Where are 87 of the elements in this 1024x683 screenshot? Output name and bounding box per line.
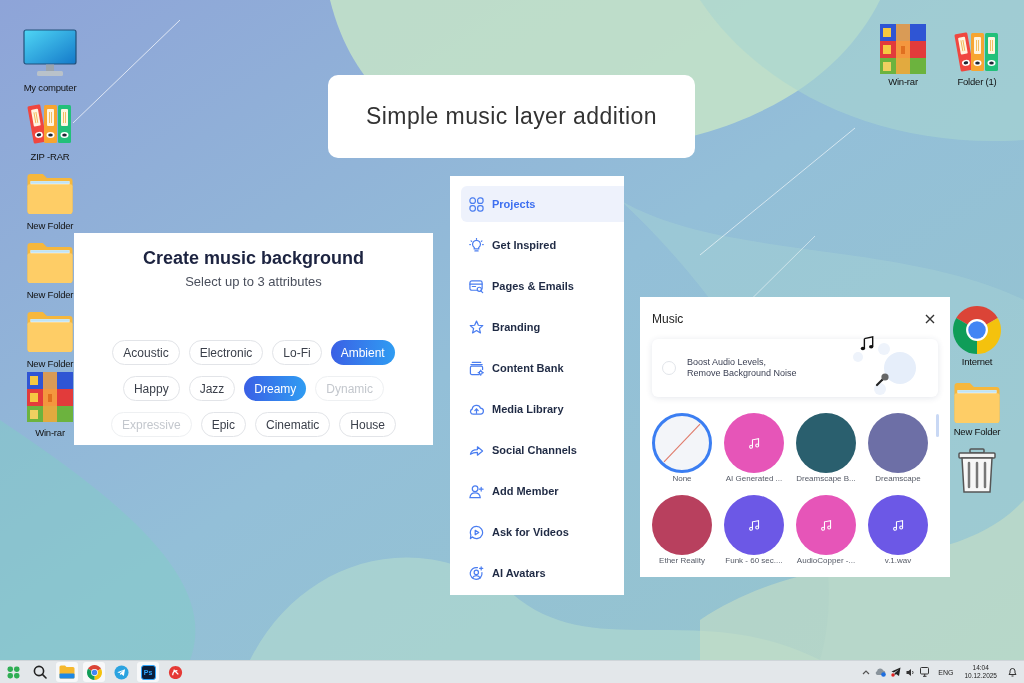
track-thumbnail[interactable] bbox=[796, 495, 856, 555]
app-icon bbox=[167, 664, 183, 680]
sidebar-item[interactable]: AI Avatars bbox=[461, 555, 624, 591]
photo-placeholder[interactable] bbox=[796, 413, 856, 473]
icon-label[interactable]: New Folder bbox=[953, 426, 1001, 438]
sidebar-item[interactable]: Pages & Emails bbox=[461, 268, 624, 304]
lightbulb-icon bbox=[469, 237, 484, 253]
sidebar-item[interactable]: Social Channels bbox=[461, 432, 624, 468]
attribute-chip[interactable]: Happy bbox=[122, 376, 180, 401]
attribute-chip[interactable]: House bbox=[339, 412, 397, 437]
icon-label[interactable]: ZIP -RAR bbox=[30, 151, 70, 163]
attribute-chip[interactable]: Electronic bbox=[188, 340, 264, 365]
folder-icon bbox=[59, 665, 75, 679]
speaker-icon[interactable] bbox=[906, 667, 916, 677]
track-name: AudioCopper -... bbox=[796, 556, 856, 566]
grid-icon bbox=[469, 196, 484, 212]
panel-title: Music bbox=[652, 312, 684, 326]
window-search-icon bbox=[469, 278, 484, 294]
track-thumbnail[interactable] bbox=[724, 413, 784, 473]
scrollbar-thumb[interactable] bbox=[936, 414, 939, 437]
close-button[interactable] bbox=[924, 313, 935, 325]
search-icon bbox=[33, 665, 47, 679]
cloud-icon[interactable] bbox=[875, 667, 887, 677]
start-icon bbox=[6, 665, 20, 679]
attribute-chip[interactable]: Jazz bbox=[188, 376, 236, 401]
archive-icon[interactable] bbox=[880, 24, 926, 74]
track-thumbnail[interactable] bbox=[868, 495, 928, 555]
sidebar-item[interactable]: Branding bbox=[461, 309, 624, 345]
icon-label[interactable]: Folder (1) bbox=[957, 76, 997, 88]
attribute-chip[interactable]: Acoustic bbox=[112, 340, 180, 365]
track-thumbnail[interactable] bbox=[724, 495, 784, 555]
box-gear-icon bbox=[469, 360, 484, 376]
music-note-icon bbox=[819, 518, 833, 532]
attribute-chip[interactable]: Epic bbox=[200, 412, 246, 437]
bell-icon[interactable] bbox=[1008, 667, 1017, 677]
close-icon bbox=[924, 314, 935, 324]
icon-label[interactable]: New Folder bbox=[26, 220, 74, 232]
music-note-icon bbox=[860, 336, 874, 351]
icon-label[interactable]: New Folder bbox=[26, 358, 74, 370]
browser-icon[interactable] bbox=[953, 306, 1001, 354]
icon-label[interactable]: My computer bbox=[23, 82, 77, 94]
trash-icon[interactable] bbox=[957, 448, 997, 494]
photo-placeholder[interactable] bbox=[652, 495, 712, 555]
music-note-icon bbox=[747, 518, 761, 532]
music-note-icon bbox=[891, 518, 905, 532]
paper-plane-icon[interactable] bbox=[891, 667, 902, 677]
sidebar-item[interactable]: Ask for Videos bbox=[461, 514, 624, 550]
sidebar-item[interactable]: Media Library bbox=[461, 391, 624, 427]
track-name: v.1.wav bbox=[884, 556, 912, 566]
binders-icon[interactable] bbox=[27, 102, 73, 146]
track-name: Dreamscape B... bbox=[796, 474, 856, 484]
paper-plane-icon bbox=[113, 664, 129, 680]
chevron-up-icon[interactable] bbox=[862, 669, 871, 675]
attribute-chip[interactable]: Lo-Fi bbox=[272, 340, 322, 365]
attribute-chip[interactable]: Cinematic bbox=[255, 412, 331, 437]
add-user-icon bbox=[469, 483, 484, 499]
icon-label[interactable]: New Folder bbox=[26, 289, 74, 301]
attribute-chip[interactable]: Ambient bbox=[330, 340, 395, 365]
panel-title: Create music background bbox=[142, 247, 365, 270]
icon-label[interactable]: Win-rar bbox=[35, 427, 65, 439]
monitor-icon[interactable] bbox=[920, 667, 931, 677]
play-bubble-icon bbox=[469, 524, 484, 540]
track-name: Dreamscape bbox=[875, 474, 921, 484]
track-name: None bbox=[672, 474, 692, 484]
binders-icon[interactable] bbox=[954, 30, 1000, 74]
photo-placeholder[interactable] bbox=[868, 413, 928, 473]
archive-icon[interactable] bbox=[27, 372, 73, 422]
track-name: Ether Reality bbox=[659, 556, 705, 566]
sidebar-item[interactable]: Add Member bbox=[461, 473, 624, 509]
microphone-icon bbox=[875, 372, 890, 387]
music-note-icon bbox=[747, 436, 761, 450]
radio-button[interactable] bbox=[662, 361, 676, 375]
icon-label[interactable]: Internet bbox=[961, 356, 993, 368]
sidebar-item[interactable]: Get Inspired bbox=[461, 227, 624, 263]
browser-icon bbox=[86, 664, 102, 680]
sidebar-item[interactable]: Projects bbox=[461, 186, 624, 222]
panel-subtitle: Select up to 3 attributes bbox=[185, 273, 322, 291]
star-icon bbox=[469, 319, 484, 335]
track-name: Funk - 60 sec.... bbox=[725, 556, 783, 566]
title-text: Simple music layer addition bbox=[366, 102, 657, 132]
track-name: AI Generated ... bbox=[725, 474, 783, 484]
no-music-option[interactable] bbox=[652, 413, 712, 473]
icon-label[interactable]: Win-rar bbox=[888, 76, 918, 88]
user-sparkle-icon bbox=[469, 565, 484, 581]
sidebar-item[interactable]: Content Bank bbox=[461, 350, 624, 386]
banner-text: Boost Audio Levels, Remove Background Noise bbox=[687, 357, 797, 379]
attribute-chip[interactable]: Dreamy bbox=[244, 376, 307, 401]
